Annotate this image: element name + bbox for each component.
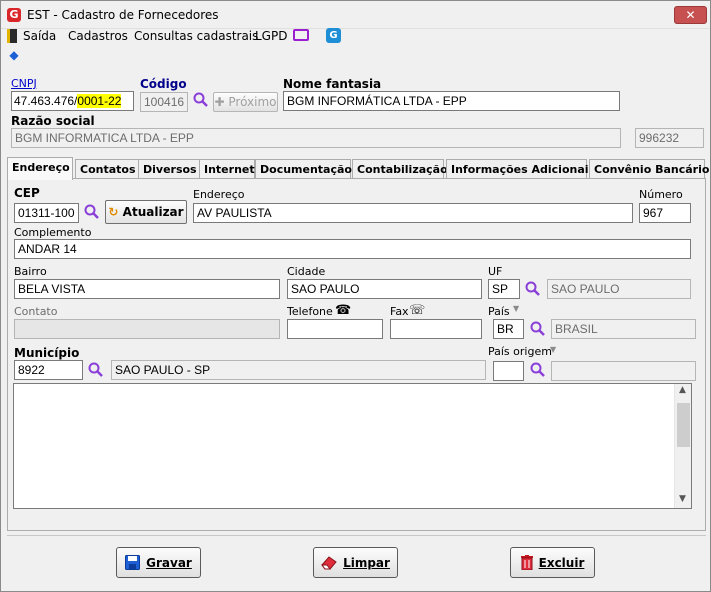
tab-documentacao[interactable]: Documentação [255,159,352,179]
pais-arrow-icon: ▼ [513,304,520,313]
numero-label: Número [639,188,683,201]
nome-fantasia-input[interactable] [283,91,620,111]
codigo-input[interactable] [140,92,188,112]
razao-social-input[interactable] [11,128,621,148]
scroll-down-icon[interactable]: ▼ [679,494,686,504]
tab-convenio-bancario[interactable]: Convênio Bancário [589,159,709,179]
pais-origem-arrow-icon: ▼ [550,345,557,354]
endereco-label: Endereço [193,188,245,201]
pais-origem-name-input[interactable] [551,361,696,381]
bairro-input[interactable] [14,279,280,299]
limpar-label: Limpar [343,555,390,570]
plus-icon: ✚ [214,95,225,109]
menu-consultas-cadastrais[interactable]: Consultas cadastrais [134,29,258,43]
notes-textarea[interactable]: ▲ ▼ [13,383,692,509]
municipio-code-input[interactable] [14,360,83,380]
cnpj-input[interactable]: 47.463.476/0001-22 [11,91,134,111]
tab-contatos[interactable]: Contatos [75,159,140,179]
search-cep-icon[interactable] [84,204,100,220]
scroll-thumb[interactable] [677,403,690,447]
proximo-label: Próximo [228,95,277,109]
complemento-label: Complemento [14,226,92,239]
pais-label: País [488,305,510,318]
window-title: EST - Cadastro de Fornecedores [27,8,219,22]
app-logo-icon: G [7,8,21,22]
trash-icon [520,555,533,570]
codigo-label: Código [140,77,187,91]
telefone-label: Telefone [287,305,333,318]
eraser-icon [321,555,337,569]
endereco-input[interactable] [193,203,633,223]
complemento-input[interactable] [14,239,691,259]
cnpj-value-prefix: 47.463.476/ [14,94,78,108]
fax-label: Fax [390,305,409,318]
search-pais-origem-icon[interactable] [530,362,546,378]
toolbar-diamond-icon[interactable]: ◆ [8,49,20,61]
uf-name-input[interactable] [547,279,691,299]
pais-origem-input[interactable] [493,361,524,381]
contato-label: Contato [14,305,58,318]
menu-bar: Saída Cadastros Consultas cadastrais LGP… [1,28,710,46]
gravar-button[interactable]: Gravar [116,547,201,578]
close-button[interactable]: ✕ [674,6,707,24]
cidade-input[interactable] [287,279,482,299]
search-municipio-icon[interactable] [88,362,104,378]
razao-social-label: Razão social [11,114,95,128]
tab-strip: Endereço Contatos Diversos Internet Docu… [7,157,709,180]
fax-icon: ☏ [409,303,426,318]
fax-input[interactable] [390,319,482,339]
tab-internet[interactable]: Internet [199,159,255,179]
excluir-label: Excluir [538,555,585,570]
tab-endereco[interactable]: Endereço [7,157,73,180]
divider [7,535,706,536]
municipio-name-input[interactable] [111,360,486,380]
search-uf-icon[interactable] [525,281,541,297]
bairro-label: Bairro [14,265,47,278]
refresh-icon: ↻ [108,205,119,219]
limpar-button[interactable]: Limpar [313,547,398,578]
numero-input[interactable] [639,203,691,223]
menu-cadastros[interactable]: Cadastros [68,29,128,43]
tab-diversos[interactable]: Diversos [138,159,200,179]
menu-saida[interactable]: Saída [23,29,56,43]
exit-door-icon [7,29,17,43]
nome-fantasia-label: Nome fantasia [283,77,382,91]
uf-input[interactable] [488,279,520,299]
search-codigo-icon[interactable] [193,92,209,108]
proximo-button[interactable]: ✚ Próximo [213,92,278,112]
extra-code-input[interactable] [635,128,704,148]
cnpj-label[interactable]: CNPJ [11,77,37,90]
telefone-input[interactable] [287,319,383,339]
municipio-label: Município [14,346,80,360]
save-disk-icon [125,555,141,570]
search-pais-icon[interactable] [530,321,546,337]
pais-name-input[interactable] [551,319,696,339]
menu-lgpd[interactable]: LGPD [255,29,287,43]
tab-informacoes-adicionais[interactable]: Informações Adicionais [446,159,595,179]
cnpj-value-suffix: 0001-22 [77,94,122,108]
tab-contabilizacao[interactable]: Contabilização [352,159,448,179]
atualizar-label: Atualizar [122,205,184,219]
notes-scrollbar[interactable]: ▲ ▼ [674,384,691,508]
excluir-button[interactable]: Excluir [510,547,595,578]
cidade-label: Cidade [287,265,326,278]
pais-origem-label: País origem [488,345,552,358]
main-window: G EST - Cadastro de Fornecedores ✕ Saída… [0,0,711,592]
scroll-up-icon[interactable]: ▲ [679,385,686,395]
contato-input[interactable] [14,319,280,339]
title-bar: G EST - Cadastro de Fornecedores ✕ [1,1,710,29]
cep-input[interactable] [14,203,79,223]
monitor-icon[interactable] [293,29,309,41]
app-g-icon[interactable]: G [326,28,341,43]
gravar-label: Gravar [146,555,192,570]
atualizar-button[interactable]: ↻ Atualizar [105,200,187,224]
pais-input[interactable] [493,319,524,339]
uf-label: UF [488,265,503,278]
telephone-icon: ☎ [335,303,352,318]
cep-label: CEP [14,186,40,200]
